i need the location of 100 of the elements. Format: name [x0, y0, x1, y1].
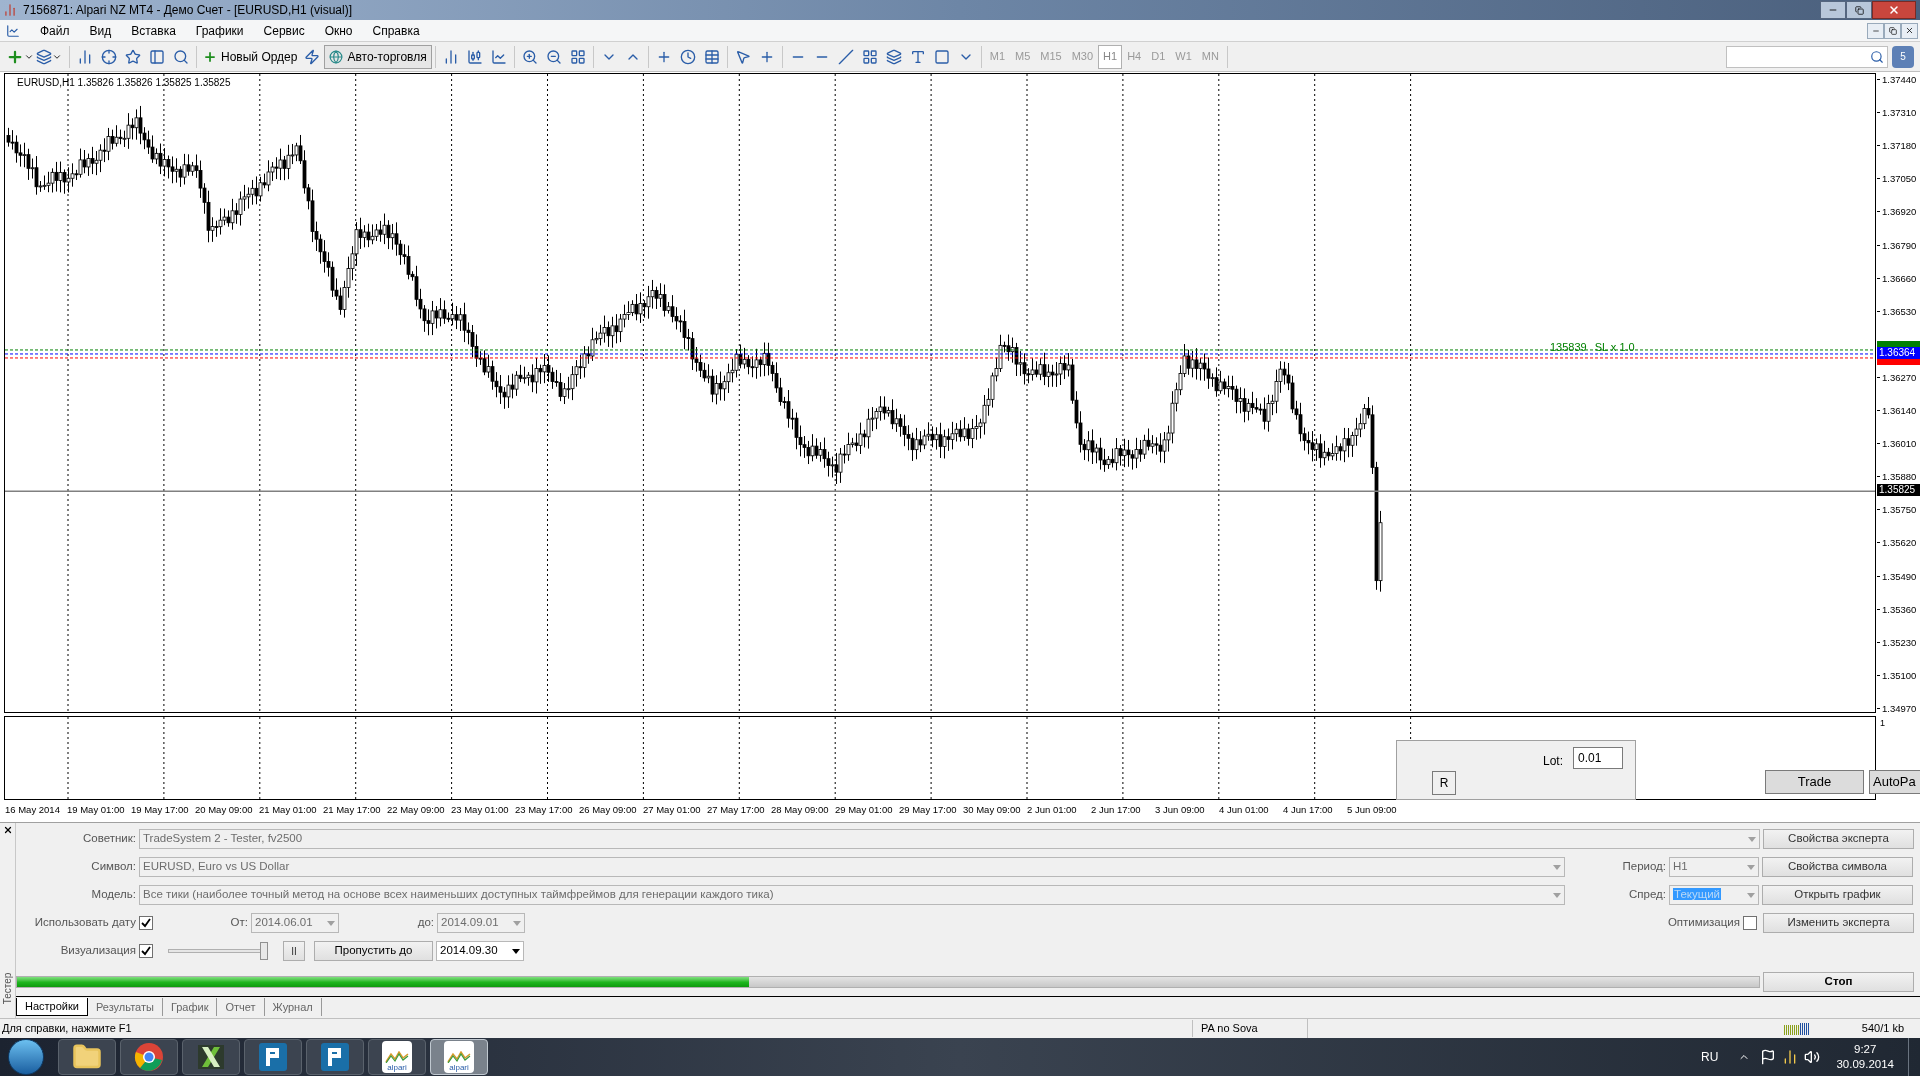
child-restore-button[interactable] — [1884, 22, 1901, 39]
price-tick-label: 1.36010 — [1882, 438, 1917, 450]
search-field[interactable] — [1726, 45, 1888, 68]
period-select[interactable]: H1 — [1669, 857, 1759, 877]
price-tick-label: 1.34970 — [1882, 702, 1917, 714]
time-axis-label: 4 Jun 01:00 — [1219, 803, 1269, 817]
app-icon — [3, 3, 17, 17]
taskbar-app-button[interactable] — [182, 1039, 240, 1075]
taskbar-app-button[interactable] — [58, 1039, 116, 1075]
taskbar-app-button[interactable] — [244, 1039, 302, 1075]
timeframe-button[interactable]: H1 — [1098, 44, 1123, 69]
time-axis-label: 27 May 17:00 — [707, 803, 765, 817]
spreadsheet-icon — [196, 1042, 226, 1072]
symbol-properties-button[interactable]: Свойства символа — [1762, 857, 1913, 877]
skip-to-button[interactable]: Пропустить до — [314, 941, 433, 961]
slider-thumb[interactable] — [260, 942, 268, 960]
time-axis-label: 28 May 09:00 — [771, 803, 829, 817]
connection-bars-icon — [1784, 1022, 1810, 1035]
period-label: Период: — [1621, 859, 1666, 875]
price-tick-label: 1.36530 — [1882, 305, 1917, 317]
price-tick-label: 1.36920 — [1882, 206, 1917, 218]
maximize-button[interactable] — [1846, 1, 1872, 19]
alpari-app-icon: alpari — [382, 1041, 412, 1073]
menu-item[interactable]: Окно — [314, 21, 363, 40]
browser-icon — [134, 1042, 164, 1072]
price-tick-label: 1.37440 — [1882, 74, 1917, 85]
taskbar-app-button[interactable]: alpari — [430, 1039, 488, 1075]
volume-icon[interactable] — [1804, 1049, 1821, 1065]
close-icon — [1905, 26, 1914, 35]
model-select[interactable]: Все тики (наиболее точный метод на основе всех наименьших доступных таймфреймов для генерации каждого тика) — [139, 885, 1565, 905]
tester-tab[interactable]: Журнал — [264, 998, 322, 1016]
price-tick-label: 1.36140 — [1882, 405, 1917, 416]
autopa-button[interactable]: AutoPa — [1869, 770, 1920, 794]
time-axis-label: 19 May 17:00 — [131, 803, 189, 817]
menu-item[interactable]: Вид — [79, 21, 122, 40]
tester-tab[interactable]: Настройки — [16, 998, 88, 1016]
new-order-button[interactable]: Новый Ордер — [200, 44, 301, 69]
clock-date: 30.09.2014 — [1836, 1057, 1894, 1072]
time-axis-label: 23 May 01:00 — [451, 803, 509, 817]
price-tick-label: 1.35620 — [1882, 537, 1917, 549]
r-button[interactable]: R — [1432, 771, 1456, 795]
taskbar-app-button[interactable]: alpari — [368, 1039, 426, 1075]
menu-item[interactable]: Графики — [185, 21, 254, 40]
child-close-button[interactable] — [1901, 22, 1918, 39]
taskbar-app-button[interactable] — [306, 1039, 364, 1075]
menu-item[interactable]: Вставка — [121, 21, 186, 40]
speed-slider[interactable] — [168, 942, 268, 960]
flag-icon[interactable] — [1760, 1049, 1777, 1065]
language-indicator[interactable]: RU — [1701, 1048, 1719, 1066]
from-date-select[interactable]: 2014.06.01 — [251, 913, 339, 933]
skip-date-select[interactable]: 2014.09.30 — [436, 941, 524, 961]
order-price: 135839 — [1550, 340, 1587, 355]
time-axis-label: 16 May 2014 — [5, 803, 60, 817]
edit-expert-button[interactable]: Изменить эксперта — [1763, 913, 1914, 933]
dropdown-arrow-icon — [1748, 836, 1756, 842]
minimize-button[interactable] — [1820, 1, 1846, 19]
use-date-checkbox[interactable] — [139, 916, 153, 930]
dropdown-arrow-icon — [1747, 864, 1755, 870]
lot-input[interactable]: 0.01 — [1573, 747, 1623, 769]
pause-button[interactable]: II — [283, 941, 305, 961]
chart-header: EURUSD,H1 1.35826 1.35826 1.35825 1.35825 — [17, 76, 231, 90]
visualization-checkbox[interactable] — [139, 944, 153, 958]
dropdown-arrow-icon — [1553, 892, 1561, 898]
close-icon[interactable] — [2, 825, 13, 835]
auto-trading-button[interactable]: Авто-торговля — [324, 44, 432, 69]
menu-item[interactable]: Файл — [30, 21, 80, 40]
use-date-label: Использовать дату — [33, 915, 136, 931]
tester-tab[interactable]: Результаты — [87, 998, 163, 1016]
optimization-checkbox[interactable] — [1743, 916, 1757, 930]
time-axis-label: 29 May 01:00 — [835, 803, 893, 817]
menu-item[interactable]: Справка — [362, 21, 430, 40]
window-title: 7156871: Alpari NZ MT4 - Демо Счет - [EURUSD,H1 (visual)] — [23, 2, 353, 19]
taskbar-app-button[interactable] — [120, 1039, 178, 1075]
close-button[interactable] — [1872, 1, 1916, 19]
alpari-app-icon: alpari — [444, 1041, 474, 1073]
status-profile: PA no Sova — [1192, 1020, 1307, 1037]
expert-label: Советник: — [82, 831, 136, 847]
time-axis-label: 26 May 09:00 — [579, 803, 637, 817]
menu-item[interactable]: Сервис — [253, 21, 315, 40]
trade-button[interactable]: Trade — [1765, 770, 1864, 794]
time-axis-label: 27 May 01:00 — [643, 803, 701, 817]
dropdown-arrow-icon — [513, 920, 521, 926]
expert-properties-button[interactable]: Свойства эксперта — [1763, 829, 1914, 849]
price-tick-label: 1.36270 — [1882, 371, 1917, 383]
dropdown-arrow-icon — [1553, 864, 1561, 870]
to-date-select[interactable]: 2014.09.01 — [437, 913, 525, 933]
tester-tab[interactable]: График — [162, 998, 218, 1016]
time-axis-label: 2 Jun 17:00 — [1091, 803, 1141, 817]
time-axis-label: 4 Jun 17:00 — [1283, 803, 1333, 817]
chat-icon[interactable]: 5 — [1892, 45, 1914, 68]
clock-time: 9:27 — [1854, 1042, 1877, 1057]
symbol-select[interactable]: EURUSD, Euro vs US Dollar — [139, 857, 1565, 877]
open-chart-button[interactable]: Открыть график — [1762, 885, 1913, 905]
stop-button[interactable]: Стоп — [1763, 972, 1914, 992]
tester-tab[interactable]: Отчет — [217, 998, 265, 1016]
chart-window-icon — [6, 23, 20, 38]
expert-select[interactable]: TradeSystem 2 - Tester, fv2500 — [139, 829, 1760, 849]
start-button[interactable] — [8, 1039, 44, 1075]
model-label: Модель: — [90, 887, 136, 903]
price-chart[interactable]: EURUSD,H1 1.35826 1.35826 1.35825 1.35825 135839 SL x 1.0 — [4, 73, 1876, 713]
